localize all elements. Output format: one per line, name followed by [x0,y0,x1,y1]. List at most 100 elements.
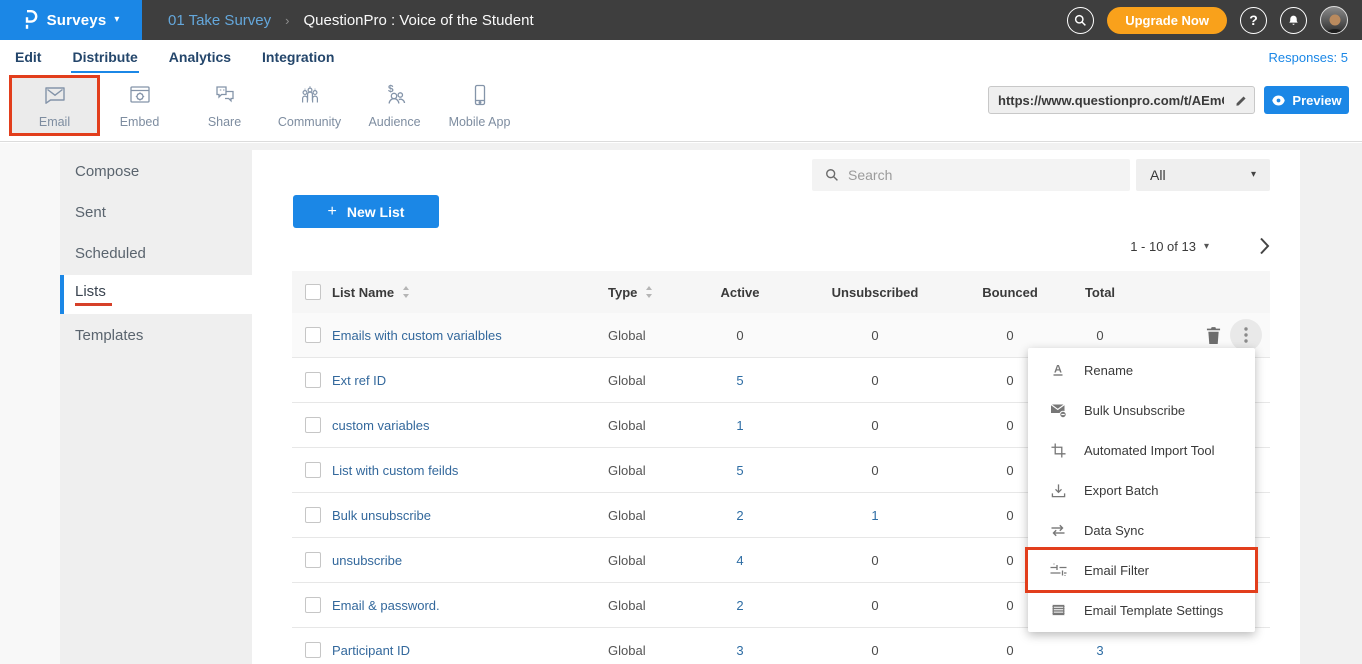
responses-count[interactable]: Responses: 5 [1269,50,1362,65]
select-all-checkbox[interactable] [305,284,321,300]
unsubscribed-count[interactable]: 0 [768,373,982,388]
unsubscribed-count[interactable]: 0 [768,643,982,658]
context-menu-item[interactable]: Email Filter [1028,550,1255,590]
channel-item[interactable]: Share [182,78,267,133]
row-checkbox[interactable] [305,462,321,478]
row-checkbox[interactable] [305,372,321,388]
active-count[interactable]: 3 [712,643,768,658]
plus-icon: + [328,203,337,221]
audience-icon: $ [382,83,408,112]
template-settings-icon [1049,603,1067,617]
active-count[interactable]: 5 [712,463,768,478]
preview-button[interactable]: Preview [1264,86,1349,114]
menu-item-label: Data Sync [1084,523,1144,538]
unsubscribed-count[interactable]: 1 [768,508,982,523]
list-name-link[interactable]: Ext ref ID [332,373,596,388]
total-count[interactable]: 3 [1038,643,1162,658]
list-name-link[interactable]: Email & password. [332,598,596,613]
search-icon [1074,14,1087,27]
search-button[interactable] [1067,7,1094,34]
sidebar-item[interactable]: Compose [60,152,252,191]
row-checkbox[interactable] [305,327,321,343]
sort-icon[interactable] [402,286,410,298]
unsubscribed-count[interactable]: 0 [768,553,982,568]
active-count[interactable]: 5 [712,373,768,388]
row-checkbox[interactable] [305,642,321,658]
filter-value: All [1150,167,1166,183]
new-list-button[interactable]: + New List [293,195,439,228]
context-menu-item[interactable]: A Rename [1028,350,1255,390]
delete-list-button[interactable] [1202,324,1224,346]
notifications-button[interactable] [1280,7,1307,34]
survey-url-field [988,86,1255,114]
unsubscribed-count[interactable]: 0 [768,328,982,343]
active-count[interactable]: 2 [712,598,768,613]
unsubscribed-count[interactable]: 0 [768,598,982,613]
total-count[interactable]: 0 [1038,328,1162,343]
nav-tab[interactable]: Integration [261,42,335,73]
list-type: Global [596,553,712,568]
channel-item[interactable]: Email [12,78,97,133]
person-icon [1321,10,1348,34]
surveys-menu[interactable]: Surveys ▾ [0,0,142,40]
unsubscribed-count[interactable]: 0 [768,463,982,478]
next-page-button[interactable] [1259,237,1270,255]
upgrade-now-button[interactable]: Upgrade Now [1107,7,1227,34]
bell-icon [1287,14,1300,27]
sidebar-item-label: Compose [75,163,252,180]
channel-item[interactable]: Community [267,78,352,133]
row-checkbox[interactable] [305,597,321,613]
survey-title: QuestionPro : Voice of the Student [303,12,533,29]
nav-tab[interactable]: Analytics [168,42,232,73]
active-count[interactable]: 0 [712,328,768,343]
active-count[interactable]: 2 [712,508,768,523]
chevron-down-icon[interactable]: ▾ [1204,241,1209,252]
sidebar-item-label: Templates [75,327,252,344]
list-name-link[interactable]: List with custom feilds [332,463,596,478]
channel-item[interactable]: $ Audience [352,78,437,133]
bounced-count[interactable]: 0 [982,643,1038,658]
context-menu-item[interactable]: Automated Import Tool [1028,430,1255,470]
context-menu-item[interactable]: Export Batch [1028,470,1255,510]
list-name-link[interactable]: Emails with custom varialbles [332,328,596,343]
sidebar-item[interactable]: Sent [60,193,252,232]
row-checkbox[interactable] [305,507,321,523]
email-filter-icon [1049,563,1067,577]
nav-tab[interactable]: Edit [14,42,42,73]
active-count[interactable]: 1 [712,418,768,433]
nav-tab[interactable]: Distribute [71,42,138,73]
context-menu-item[interactable]: Bulk Unsubscribe [1028,390,1255,430]
context-menu-item[interactable]: Data Sync [1028,510,1255,550]
row-menu-button[interactable] [1230,319,1262,351]
active-count[interactable]: 4 [712,553,768,568]
channel-item[interactable]: Mobile App [437,78,522,133]
filter-dropdown[interactable]: All ▾ [1136,159,1270,191]
help-button[interactable]: ? [1240,7,1267,34]
data-sync-icon [1049,524,1067,537]
list-name-link[interactable]: custom variables [332,418,596,433]
bounced-count[interactable]: 0 [982,328,1038,343]
context-menu-item[interactable]: Email Template Settings [1028,590,1255,630]
breadcrumb-folder[interactable]: 01 Take Survey [168,12,271,29]
sidebar-item[interactable]: Templates [60,316,252,355]
list-name-link[interactable]: Participant ID [332,643,596,658]
edit-url-button[interactable] [1228,94,1254,107]
sidebar-item[interactable]: Scheduled [60,234,252,273]
search-input[interactable] [848,167,1098,183]
user-avatar[interactable] [1320,6,1348,34]
channel-item[interactable]: Embed [97,78,182,133]
list-name-link[interactable]: unsubscribe [332,553,596,568]
sort-icon[interactable] [645,286,653,298]
pencil-icon [1235,94,1248,107]
list-type: Global [596,373,712,388]
col-type: Type [608,285,637,300]
row-checkbox[interactable] [305,417,321,433]
questionpro-logo [23,9,39,31]
row-checkbox[interactable] [305,552,321,568]
survey-url-input[interactable] [989,93,1228,108]
list-search [812,159,1130,191]
unsubscribed-count[interactable]: 0 [768,418,982,433]
list-name-link[interactable]: Bulk unsubscribe [332,508,596,523]
sidebar-item[interactable]: Lists [60,275,252,314]
channel-label: Embed [120,115,160,129]
